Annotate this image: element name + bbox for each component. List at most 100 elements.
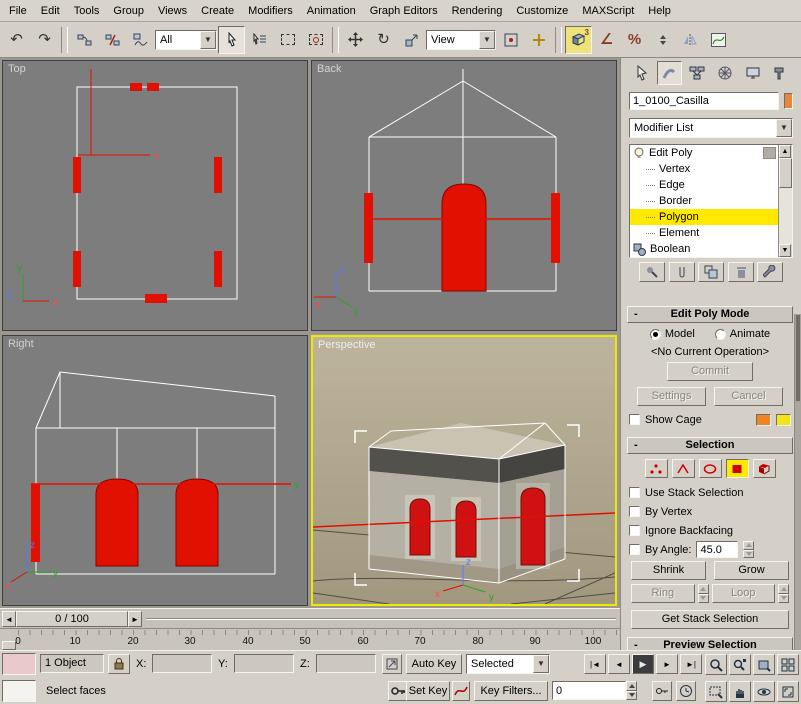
settings-button[interactable]: Settings — [637, 387, 706, 406]
next-frame-button[interactable]: ► — [656, 654, 678, 674]
zoom-region-button[interactable] — [705, 681, 727, 702]
cage-selected-color-swatch[interactable] — [776, 414, 791, 426]
border-subobject-button[interactable] — [699, 459, 722, 478]
menu-help[interactable]: Help — [641, 2, 678, 20]
mini-curve-editor-button[interactable] — [2, 641, 16, 650]
pin-stack-button[interactable] — [639, 262, 665, 282]
frame-spinner[interactable] — [626, 681, 637, 700]
select-by-name-button[interactable] — [246, 26, 273, 54]
menu-group[interactable]: Group — [106, 2, 151, 20]
viewport-right-label[interactable]: Right — [8, 338, 34, 350]
play-button[interactable]: ▶ — [632, 654, 654, 674]
by-angle-checkbox[interactable] — [629, 544, 640, 555]
stack-row-vertex[interactable]: Vertex — [630, 161, 778, 177]
viewport-back-canvas[interactable]: z x y — [312, 61, 616, 330]
z-coord-field[interactable] — [316, 654, 376, 673]
curve-editor-button[interactable] — [705, 26, 732, 54]
mirror-button[interactable] — [677, 26, 704, 54]
rollout-selection[interactable]: - Selection — [627, 437, 793, 454]
use-stack-selection-checkbox[interactable] — [629, 487, 640, 498]
angle-snap-button[interactable]: ∠ — [593, 26, 620, 54]
menu-create[interactable]: Create — [194, 2, 241, 20]
by-angle-field[interactable] — [696, 541, 738, 558]
shrink-button[interactable]: Shrink — [631, 561, 706, 580]
track-selection-swatch[interactable] — [2, 653, 36, 675]
menu-file[interactable]: File — [2, 2, 34, 20]
stack-row-edge[interactable]: Edge — [630, 177, 778, 193]
tab-modify[interactable] — [657, 61, 682, 85]
menu-views[interactable]: Views — [151, 2, 194, 20]
track-bar-swatch[interactable] — [2, 680, 36, 702]
x-coord-field[interactable] — [152, 654, 212, 673]
dropdown-arrow-icon[interactable]: ▼ — [533, 655, 549, 673]
cage-color-swatch[interactable] — [756, 414, 771, 426]
percent-snap-button[interactable]: % — [621, 26, 648, 54]
absolute-offset-toggle-button[interactable] — [382, 654, 402, 674]
remove-modifier-button[interactable] — [728, 262, 754, 282]
tab-display[interactable] — [740, 61, 765, 85]
dropdown-arrow-icon[interactable]: ▼ — [479, 31, 495, 49]
stack-scroll-thumb[interactable] — [779, 158, 792, 188]
object-name-field[interactable] — [629, 92, 779, 110]
animate-radio-group[interactable]: Animate — [715, 328, 770, 340]
loop-spinner[interactable] — [778, 584, 789, 603]
time-slider-next-arrow[interactable]: ► — [128, 611, 142, 627]
select-and-link-button[interactable] — [71, 26, 98, 54]
stack-row-edit-poly[interactable]: Edit Poly — [630, 145, 778, 161]
menu-modifiers[interactable]: Modifiers — [241, 2, 300, 20]
configure-modifier-sets-button[interactable] — [757, 262, 783, 282]
viewport-right[interactable]: Right y z y x — [2, 335, 308, 606]
time-slider-track[interactable] — [146, 618, 616, 620]
panel-scroll-thumb[interactable] — [796, 315, 800, 401]
key-mode-toggle-button[interactable] — [652, 681, 672, 701]
go-to-start-button[interactable]: |◄ — [584, 654, 606, 674]
stack-scroll-track[interactable] — [779, 158, 792, 244]
track-bar[interactable]: 0 10 20 30 40 50 60 70 80 90 100 — [0, 628, 620, 650]
grow-button[interactable]: Grow — [714, 561, 789, 580]
previous-frame-button[interactable]: ◄ — [608, 654, 630, 674]
time-configuration-button[interactable] — [676, 681, 696, 701]
stack-scrollbar[interactable]: ▲ ▼ — [778, 145, 792, 257]
selection-lock-button[interactable] — [108, 654, 130, 674]
menu-customize[interactable]: Customize — [509, 2, 575, 20]
edge-subobject-button[interactable] — [672, 459, 695, 478]
viewport-top[interactable]: Top x x y z — [2, 60, 308, 331]
panel-scrollbar[interactable] — [794, 314, 801, 650]
collapse-icon[interactable]: - — [634, 307, 638, 322]
bind-to-spacewarp-button[interactable] — [127, 26, 154, 54]
viewport-perspective-canvas[interactable]: x y z — [313, 337, 615, 604]
menu-tools[interactable]: Tools — [67, 2, 107, 20]
ring-spinner[interactable] — [698, 584, 709, 603]
rollout-edit-poly-mode[interactable]: - Edit Poly Mode — [627, 306, 793, 323]
stack-row-border[interactable]: Border — [630, 193, 778, 209]
selection-filter-combo[interactable]: Selected ▼ — [466, 654, 550, 674]
menu-animation[interactable]: Animation — [300, 2, 363, 20]
loop-button[interactable]: Loop — [712, 584, 776, 603]
viewport-right-canvas[interactable]: y z y x — [3, 336, 307, 605]
by-angle-spinner[interactable] — [743, 541, 754, 558]
tab-utilities[interactable] — [768, 61, 793, 85]
menu-maxscript[interactable]: MAXScript — [575, 2, 641, 20]
go-to-end-button[interactable]: ►| — [680, 654, 702, 674]
auto-key-button[interactable]: Auto Key — [406, 654, 462, 674]
model-radio[interactable] — [650, 329, 661, 340]
commit-button[interactable]: Commit — [667, 362, 753, 381]
collapse-icon[interactable]: - — [634, 638, 638, 650]
by-vertex-checkbox[interactable] — [629, 506, 640, 517]
select-and-rotate-button[interactable]: ↻ — [370, 26, 397, 54]
dropdown-arrow-icon[interactable]: ▼ — [200, 31, 216, 49]
frame-number-field[interactable] — [552, 681, 626, 700]
pan-button[interactable] — [729, 681, 751, 702]
viewport-back[interactable]: Back z x y — [311, 60, 617, 331]
window-crossing-toggle-button[interactable] — [302, 26, 329, 54]
viewport-perspective[interactable]: Perspective — [311, 335, 617, 606]
use-pivot-center-button[interactable] — [497, 26, 524, 54]
select-object-button[interactable] — [218, 26, 245, 54]
menu-edit[interactable]: Edit — [34, 2, 67, 20]
set-key-button[interactable]: Set Key — [406, 681, 450, 701]
stack-row-boolean[interactable]: Boolean — [630, 241, 778, 257]
tab-motion[interactable] — [712, 61, 737, 85]
zoom-button[interactable] — [705, 654, 727, 675]
select-and-scale-button[interactable] — [398, 26, 425, 54]
unlink-selection-button[interactable] — [99, 26, 126, 54]
